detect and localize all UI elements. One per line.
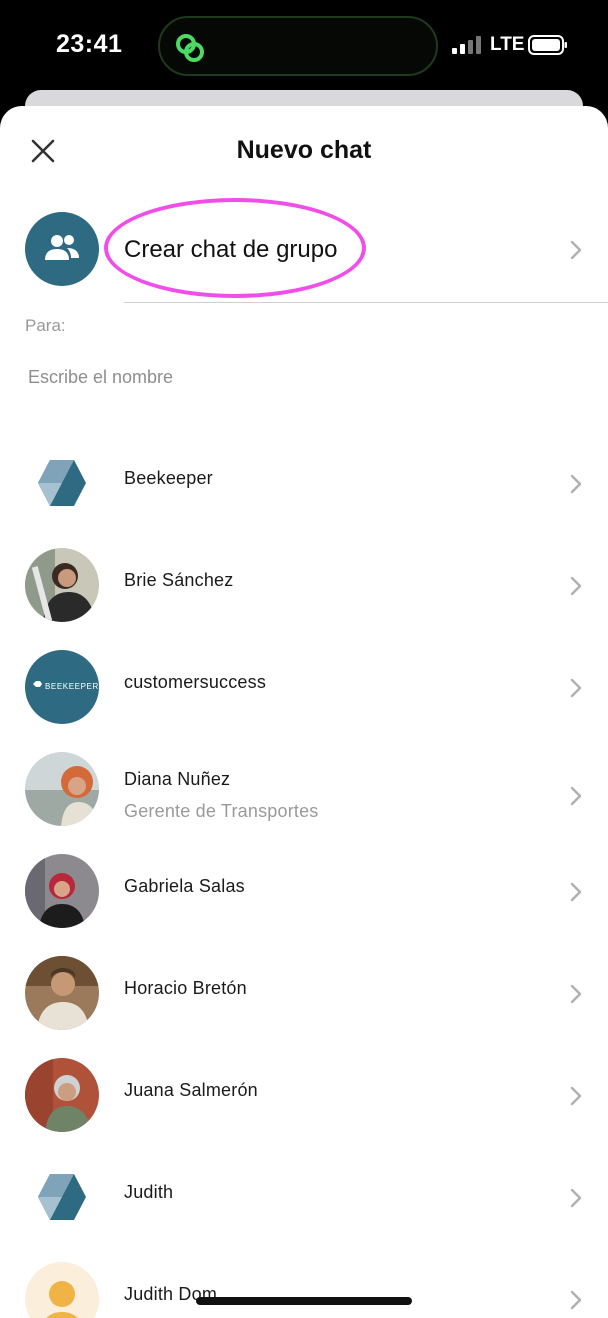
status-bar: 23:41 LTE xyxy=(0,0,608,92)
chevron-right-icon xyxy=(570,882,582,902)
default-user-icon xyxy=(46,1281,78,1318)
chevron-right-icon xyxy=(570,786,582,806)
profile-photo xyxy=(25,752,99,826)
highlight-annotation xyxy=(104,198,366,298)
signal-icon xyxy=(452,36,481,54)
avatar xyxy=(25,854,99,928)
home-indicator[interactable] xyxy=(196,1297,412,1305)
chevron-right-icon xyxy=(570,1086,582,1106)
people-icon xyxy=(45,235,79,260)
avatar xyxy=(25,752,99,826)
contact-item-brie-sanchez[interactable]: Brie Sánchez xyxy=(0,548,608,648)
beekeeper-hexagon-logo xyxy=(38,460,86,506)
chevron-right-icon xyxy=(570,240,582,260)
beekeeper-hexagon-logo xyxy=(38,1174,86,1220)
contact-name: customersuccess xyxy=(124,672,267,692)
chevron-right-icon xyxy=(570,984,582,1004)
dynamic-island[interactable] xyxy=(158,16,438,76)
chevron-right-icon xyxy=(570,576,582,596)
avatar xyxy=(25,1262,99,1318)
status-time: 23:41 xyxy=(56,30,123,58)
profile-photo xyxy=(25,548,99,622)
chevron-right-icon xyxy=(570,474,582,494)
profile-photo xyxy=(25,956,99,1030)
avatar xyxy=(25,956,99,1030)
contact-item-juana-salmeron[interactable]: Juana Salmerón xyxy=(0,1058,608,1158)
contact-item-customersuccess[interactable]: BEEKEEPER customersuccess xyxy=(0,650,608,750)
divider xyxy=(124,302,608,303)
avatar xyxy=(25,446,99,520)
avatar xyxy=(25,1058,99,1132)
profile-photo xyxy=(25,854,99,928)
avatar xyxy=(25,548,99,622)
contact-name: Juana Salmerón xyxy=(124,1080,258,1100)
chevron-right-icon xyxy=(570,1188,582,1208)
new-chat-sheet: Nuevo chat Crear chat de grupo Para: B xyxy=(0,106,608,1318)
contact-item-beekeeper[interactable]: Beekeeper xyxy=(0,446,608,546)
avatar: BEEKEEPER xyxy=(25,650,99,724)
contact-item-judith-dom[interactable]: Judith Dom xyxy=(0,1262,608,1318)
contact-item-judith[interactable]: Judith xyxy=(0,1160,608,1260)
network-type: LTE xyxy=(490,34,525,55)
contact-name: Beekeeper xyxy=(124,468,213,488)
profile-photo xyxy=(25,1058,99,1132)
contact-name: Horacio Bretón xyxy=(124,978,247,998)
recipient-search-input[interactable] xyxy=(28,360,568,394)
recipient-label: Para: xyxy=(25,316,66,335)
avatar xyxy=(25,1160,99,1234)
link-rings-icon xyxy=(176,34,204,62)
battery-icon xyxy=(528,35,567,55)
contact-name: Brie Sánchez xyxy=(124,570,234,590)
contact-item-diana-nunez[interactable]: Diana Nuñez Gerente de Transportes xyxy=(0,752,608,852)
contact-name: Judith xyxy=(124,1182,174,1202)
group-avatar xyxy=(25,212,99,286)
chevron-right-icon xyxy=(570,1290,582,1310)
contact-name: Gabriela Salas xyxy=(124,876,245,896)
page-title: Nuevo chat xyxy=(236,136,372,164)
badge-text: BEEKEEPER xyxy=(45,682,99,691)
chevron-right-icon xyxy=(570,678,582,698)
contact-item-horacio-breton[interactable]: Horacio Bretón xyxy=(0,956,608,1056)
contact-name: Diana Nuñez xyxy=(124,769,231,789)
contact-subtitle: Gerente de Transportes xyxy=(124,801,319,821)
contact-item-gabriela-salas[interactable]: Gabriela Salas xyxy=(0,854,608,954)
